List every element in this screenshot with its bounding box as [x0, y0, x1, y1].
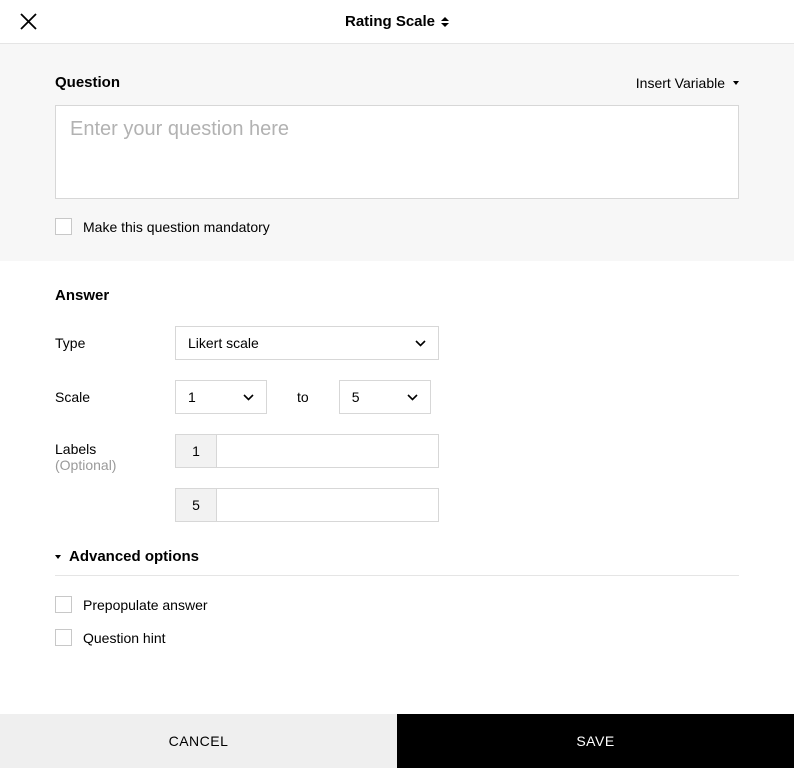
answer-section-label: Answer [55, 287, 739, 304]
labels-label-wrap: Labels (Optional) [55, 434, 175, 473]
type-select[interactable]: Likert scale [175, 326, 439, 360]
scale-to-select[interactable]: 5 [339, 380, 431, 414]
scale-from-value: 1 [188, 389, 196, 405]
label-row: 1 [175, 434, 439, 468]
chevron-down-icon [407, 394, 418, 401]
question-type-selector[interactable]: Rating Scale [345, 13, 449, 30]
caret-down-icon [55, 555, 61, 559]
advanced-options-label: Advanced options [69, 548, 199, 565]
insert-variable-label: Insert Variable [636, 75, 725, 91]
cancel-button[interactable]: CANCEL [0, 714, 397, 768]
modal-footer: CANCEL SAVE [0, 714, 794, 768]
answer-section: Answer Type Likert scale Scale 1 to 5 La… [0, 261, 794, 676]
caret-down-icon [733, 81, 739, 85]
label-prefix: 5 [176, 489, 217, 521]
chevron-down-icon [243, 394, 254, 401]
save-button[interactable]: SAVE [397, 714, 794, 768]
label-input-5[interactable] [217, 489, 438, 521]
type-select-value: Likert scale [188, 335, 259, 351]
mandatory-label: Make this question mandatory [83, 219, 270, 235]
scale-to-value: 5 [352, 389, 360, 405]
header-title-text: Rating Scale [345, 13, 435, 30]
question-section-label: Question [55, 74, 120, 91]
label-input-1[interactable] [217, 435, 438, 467]
question-input[interactable] [55, 105, 739, 199]
insert-variable-button[interactable]: Insert Variable [636, 75, 739, 91]
label-prefix: 1 [176, 435, 217, 467]
close-button[interactable] [18, 12, 38, 32]
chevron-down-icon [415, 340, 426, 347]
label-row: 5 [175, 488, 439, 522]
close-icon [20, 13, 37, 30]
prepopulate-checkbox[interactable] [55, 596, 72, 613]
divider [55, 575, 739, 576]
type-label: Type [55, 335, 175, 351]
question-section: Question Insert Variable Make this quest… [0, 44, 794, 261]
labels-stack: 1 5 [175, 434, 439, 522]
question-hint-checkbox[interactable] [55, 629, 72, 646]
modal-header: Rating Scale [0, 0, 794, 44]
labels-label: Labels [55, 441, 96, 457]
scale-label: Scale [55, 389, 175, 405]
question-hint-label: Question hint [83, 630, 166, 646]
prepopulate-label: Prepopulate answer [83, 597, 208, 613]
scale-to-word: to [297, 389, 309, 405]
advanced-options-toggle[interactable]: Advanced options [55, 548, 739, 565]
scale-from-select[interactable]: 1 [175, 380, 267, 414]
sort-updown-icon [441, 17, 449, 27]
labels-sublabel: (Optional) [55, 457, 175, 473]
mandatory-checkbox[interactable] [55, 218, 72, 235]
